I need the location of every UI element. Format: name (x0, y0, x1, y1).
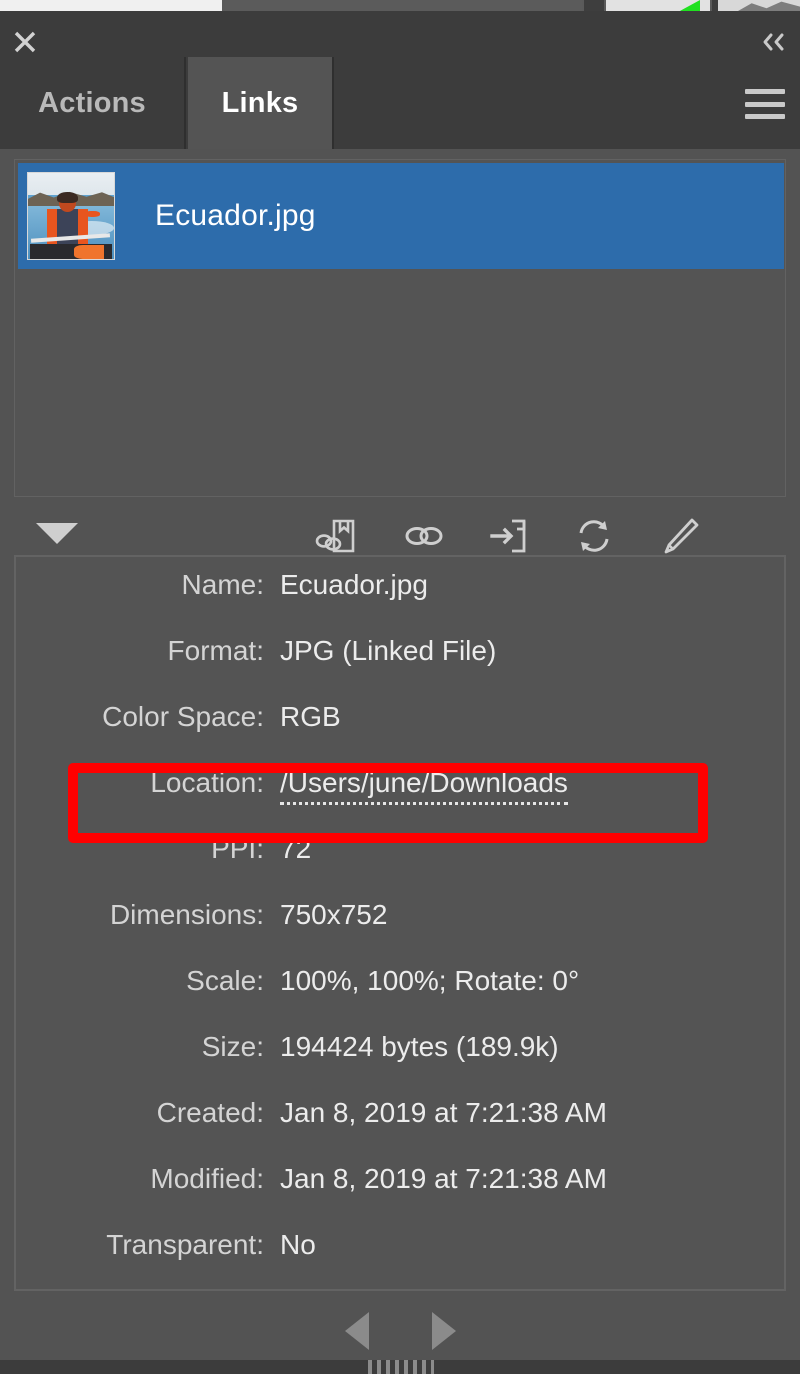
tab-actions-label: Actions (38, 86, 146, 119)
edit-original-pencil-icon[interactable] (656, 513, 704, 559)
info-row-value: Jan 8, 2019 at 7:21:38 AM (280, 1097, 607, 1128)
info-row-value: Jan 8, 2019 at 7:21:38 AM (280, 1163, 607, 1194)
info-row-label: Color Space: (102, 701, 264, 732)
info-row-label: PPI: (211, 833, 264, 864)
info-row: Created: Jan 8, 2019 at 7:21:38 AM (16, 1097, 784, 1163)
tab-links-label: Links (221, 86, 299, 119)
info-row: Dimensions: 750x752 (16, 899, 784, 965)
info-row-value: 72 (280, 833, 312, 864)
disclosure-triangle-icon[interactable] (36, 523, 78, 544)
info-row: Size: 194424 bytes (189.9k) (16, 1031, 784, 1097)
hamburger-menu-icon[interactable] (742, 87, 788, 121)
info-row-value: JPG (Linked File) (280, 635, 497, 666)
info-row-value: Ecuador.jpg (280, 569, 428, 600)
info-row-label: Name: (181, 569, 264, 600)
bg-segment-gap-left (584, 0, 604, 11)
background-app-strip (0, 0, 800, 11)
hamburger-line-3 (745, 114, 785, 119)
info-row-value[interactable]: /Users/june/Downloads (280, 767, 568, 805)
bg-segment-middle (225, 0, 582, 11)
go-to-link-icon[interactable] (486, 513, 534, 559)
thumb-person-hair (57, 191, 78, 204)
info-row: Format: JPG (Linked File) (16, 635, 784, 701)
next-link-arrow-icon[interactable] (432, 1312, 456, 1350)
panel-bottom-bar (0, 1360, 800, 1374)
hamburger-line-2 (745, 101, 785, 107)
link-navigation-footer (0, 1300, 800, 1358)
link-file-name: Ecuador.jpg (155, 199, 316, 232)
info-row: Color Space: RGB (16, 701, 784, 767)
previous-link-arrow-icon[interactable] (345, 1312, 369, 1350)
thumb-hull-orange (74, 245, 104, 259)
hamburger-line-1 (745, 89, 785, 94)
update-link-refresh-icon[interactable] (570, 513, 618, 559)
info-row: Transparent: No (16, 1229, 784, 1295)
info-row-label: Format: (167, 635, 264, 666)
info-row-value: RGB (280, 701, 341, 732)
info-row-label: Modified: (150, 1163, 264, 1194)
relink-chain-icon[interactable] (400, 513, 448, 559)
panel-tab-strip: Actions Links (0, 57, 800, 149)
info-row-label: Created: (156, 1097, 264, 1128)
info-row: PPI: 72 (16, 833, 784, 899)
link-info-panel: Name: Ecuador.jpg Format: JPG (Linked File)… (14, 555, 786, 1291)
links-panel: Actions Links Ecuador.jpg Name: Ecuador.… (0, 11, 800, 1374)
relink-from-library-icon[interactable] (312, 513, 360, 559)
resize-grip[interactable] (368, 1360, 434, 1374)
info-row-label: Transparent: (106, 1229, 264, 1260)
info-row: Name: Ecuador.jpg (16, 569, 784, 635)
tab-links[interactable]: Links (188, 57, 334, 149)
info-row: Scale: 100%, 100%; Rotate: 0° (16, 965, 784, 1031)
info-row-value: No (280, 1229, 316, 1260)
info-row-label: Size: (201, 1031, 264, 1062)
list-item[interactable]: Ecuador.jpg (18, 163, 784, 269)
info-row-value: 750x752 (280, 899, 388, 930)
link-info-rows: Name: Ecuador.jpg Format: JPG (Linked File)… (16, 557, 784, 1295)
bg-segment-left (0, 0, 222, 11)
info-row: Modified: Jan 8, 2019 at 7:21:38 AM (16, 1163, 784, 1229)
tab-actions[interactable]: Actions (0, 57, 186, 149)
info-row: Location: /Users/june/Downloads (16, 767, 784, 833)
info-row-label: Scale: (186, 965, 264, 996)
panel-title-bar (0, 11, 800, 57)
info-row-label: Dimensions: (109, 899, 264, 930)
info-row-value: 194424 bytes (189.9k) (280, 1031, 559, 1062)
info-row-value: 100%, 100%; Rotate: 0° (280, 965, 580, 996)
links-list[interactable]: Ecuador.jpg (14, 159, 786, 497)
close-icon[interactable] (12, 29, 38, 55)
info-row-label: Location: (150, 767, 264, 798)
collapse-double-chevron-icon[interactable] (758, 29, 788, 55)
link-thumbnail (27, 172, 115, 260)
